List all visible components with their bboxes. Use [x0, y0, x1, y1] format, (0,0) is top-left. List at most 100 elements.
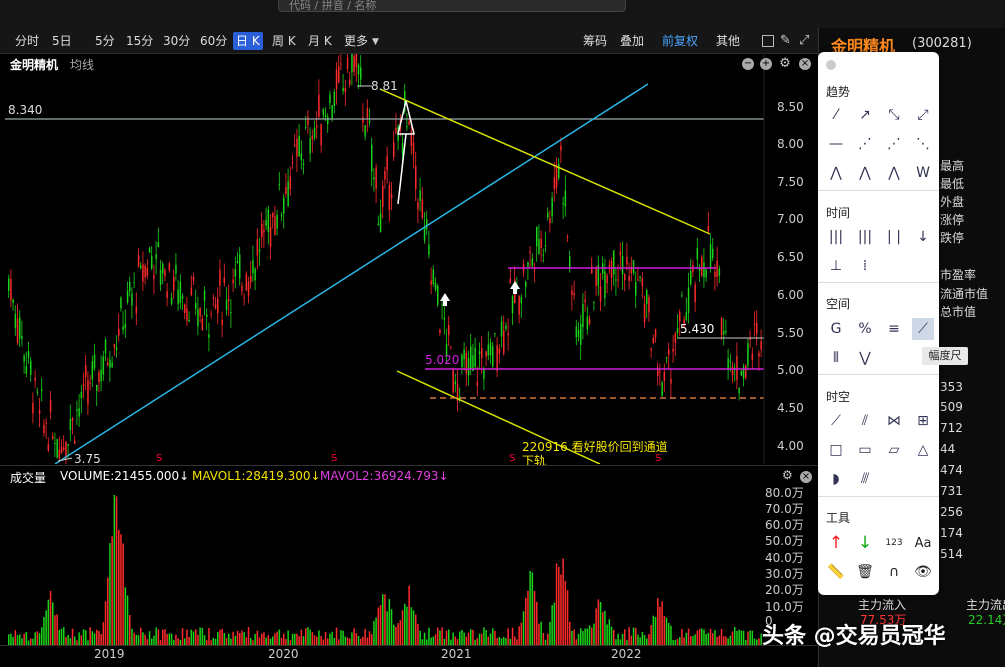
candle-body: [540, 238, 542, 249]
period-more[interactable]: 更多: [341, 32, 371, 50]
app-window: 代码 / 拼音 / 名称 分时 5日 5分 15分 30分 60分 日 K 周 …: [0, 0, 1005, 667]
rect-icon[interactable]: □: [825, 439, 847, 461]
overlay-button[interactable]: 叠加: [620, 32, 644, 50]
candle-body: [685, 312, 688, 320]
candle-body: [646, 290, 648, 304]
top-bar: 代码 / 拼音 / 名称: [0, 0, 1005, 28]
period-30min[interactable]: 30分: [160, 32, 193, 50]
adjust-button[interactable]: 前复权: [662, 32, 698, 50]
grid-box-icon[interactable]: ⊞: [912, 410, 934, 432]
red-arrow-up-icon[interactable]: ↑: [825, 532, 847, 554]
settings-icon[interactable]: ⚙: [779, 57, 791, 70]
grid-time-icon[interactable]: ⁞: [854, 255, 876, 277]
add-icon[interactable]: +: [760, 58, 772, 70]
volume-bar: [406, 606, 408, 645]
volume-title[interactable]: 成交量: [10, 469, 46, 486]
period-15min[interactable]: 15分: [123, 32, 156, 50]
wave3-icon[interactable]: ⋀: [854, 162, 876, 184]
volume-chart: [8, 495, 762, 645]
period-60min[interactable]: 60分: [197, 32, 230, 50]
hline-icon[interactable]: —: [825, 133, 847, 155]
extended-line-icon[interactable]: ⤡: [883, 104, 905, 126]
level-label-8340: 8.340: [8, 103, 43, 117]
period-icon[interactable]: ⊥: [825, 255, 847, 277]
number-tool-icon[interactable]: 123: [883, 532, 905, 554]
period-daily[interactable]: 日 K: [233, 32, 263, 50]
chips-button[interactable]: 筹码: [583, 32, 607, 50]
polyline-icon[interactable]: ⋱: [912, 133, 934, 155]
time-cycle-icon[interactable]: |||: [825, 226, 847, 248]
ruler-icon[interactable]: 📏: [825, 561, 847, 583]
ray-icon[interactable]: ↗: [854, 104, 876, 126]
kline-chart[interactable]: [0, 54, 818, 464]
panel-close-dot[interactable]: [826, 60, 836, 70]
chevron-down-icon[interactable]: ▼: [372, 37, 379, 47]
settings-icon[interactable]: ⚙: [782, 468, 793, 482]
green-arrow-down-icon[interactable]: ↓: [854, 532, 876, 554]
draw-icon[interactable]: ✎: [780, 33, 791, 48]
fan-icon[interactable]: ⟋: [825, 410, 847, 432]
arrow-line-icon[interactable]: ⤢: [912, 104, 934, 126]
search-input[interactable]: 代码 / 拼音 / 名称: [278, 0, 626, 12]
grid-icon[interactable]: [762, 35, 774, 47]
period-weekly[interactable]: 周 K: [269, 32, 299, 50]
fib-fan-icon[interactable]: ⫻: [854, 468, 876, 490]
w-pattern-icon[interactable]: W: [912, 162, 934, 184]
parallelogram-icon[interactable]: ▱: [883, 439, 905, 461]
speed-line-icon[interactable]: ⦀: [825, 347, 847, 369]
candle-body: [659, 371, 661, 373]
close-icon[interactable]: ×: [800, 471, 812, 483]
candle-body: [302, 163, 305, 165]
volume-bar: [115, 496, 118, 645]
candle-body: [760, 340, 762, 350]
candle-body: [239, 254, 241, 279]
period-5day[interactable]: 5日: [49, 32, 75, 50]
triangle-icon[interactable]: △: [912, 439, 934, 461]
magnet-icon[interactable]: ∩: [883, 561, 905, 583]
candle-body: [153, 275, 155, 279]
bowtie-icon[interactable]: ⋈: [883, 410, 905, 432]
candle-body: [366, 108, 369, 118]
text-tool-icon[interactable]: Aa: [912, 532, 934, 554]
eye-icon[interactable]: 👁: [912, 561, 934, 583]
volume-bar: [529, 570, 531, 645]
v-icon[interactable]: ⋁: [854, 347, 876, 369]
segment-icon[interactable]: ⁄: [825, 104, 847, 126]
candle-body: [102, 356, 105, 375]
fib-time-icon[interactable]: |||: [854, 226, 876, 248]
volume-bar: [344, 636, 347, 645]
expand-icon[interactable]: ⤢: [799, 33, 809, 48]
fib-levels-icon[interactable]: ≡: [883, 318, 905, 340]
volume-bar: [298, 636, 300, 645]
label-float-cap: 流通市值: [940, 287, 989, 301]
volume-bar: [624, 629, 626, 645]
volume-bar: [371, 634, 373, 645]
gann-fan-icon[interactable]: ⫽: [854, 410, 876, 432]
box-icon[interactable]: ▭: [854, 439, 876, 461]
time-span-icon[interactable]: | |: [883, 226, 905, 248]
candle-body: [725, 330, 727, 333]
channel-icon[interactable]: ⋰: [883, 133, 905, 155]
volume-bar: [555, 563, 558, 645]
close-icon[interactable]: ×: [799, 58, 811, 70]
parallel-icon[interactable]: ⋰: [854, 133, 876, 155]
period-monthly[interactable]: 月 K: [305, 32, 335, 50]
other-button[interactable]: 其他: [716, 32, 740, 50]
range-ruler-icon[interactable]: ⟋: [912, 318, 934, 340]
wave5-icon[interactable]: ⋀: [883, 162, 905, 184]
candle-body: [533, 269, 536, 271]
arc-icon[interactable]: ◗: [825, 468, 847, 490]
gann-icon[interactable]: G: [825, 318, 847, 340]
volume-bar: [441, 627, 443, 645]
volume-bar: [181, 628, 184, 645]
minimize-icon[interactable]: −: [742, 58, 754, 70]
period-5min[interactable]: 5分: [92, 32, 118, 50]
ma-selector[interactable]: 均线: [70, 56, 94, 73]
percent-line-icon[interactable]: %: [854, 318, 876, 340]
period-intraday[interactable]: 分时: [12, 32, 42, 50]
candle-body: [745, 365, 747, 378]
trash-icon[interactable]: 🗑: [854, 561, 876, 583]
down-marker-icon[interactable]: ↓: [912, 226, 934, 248]
wave-icon[interactable]: ⋀: [825, 162, 847, 184]
candle-body: [60, 446, 63, 454]
